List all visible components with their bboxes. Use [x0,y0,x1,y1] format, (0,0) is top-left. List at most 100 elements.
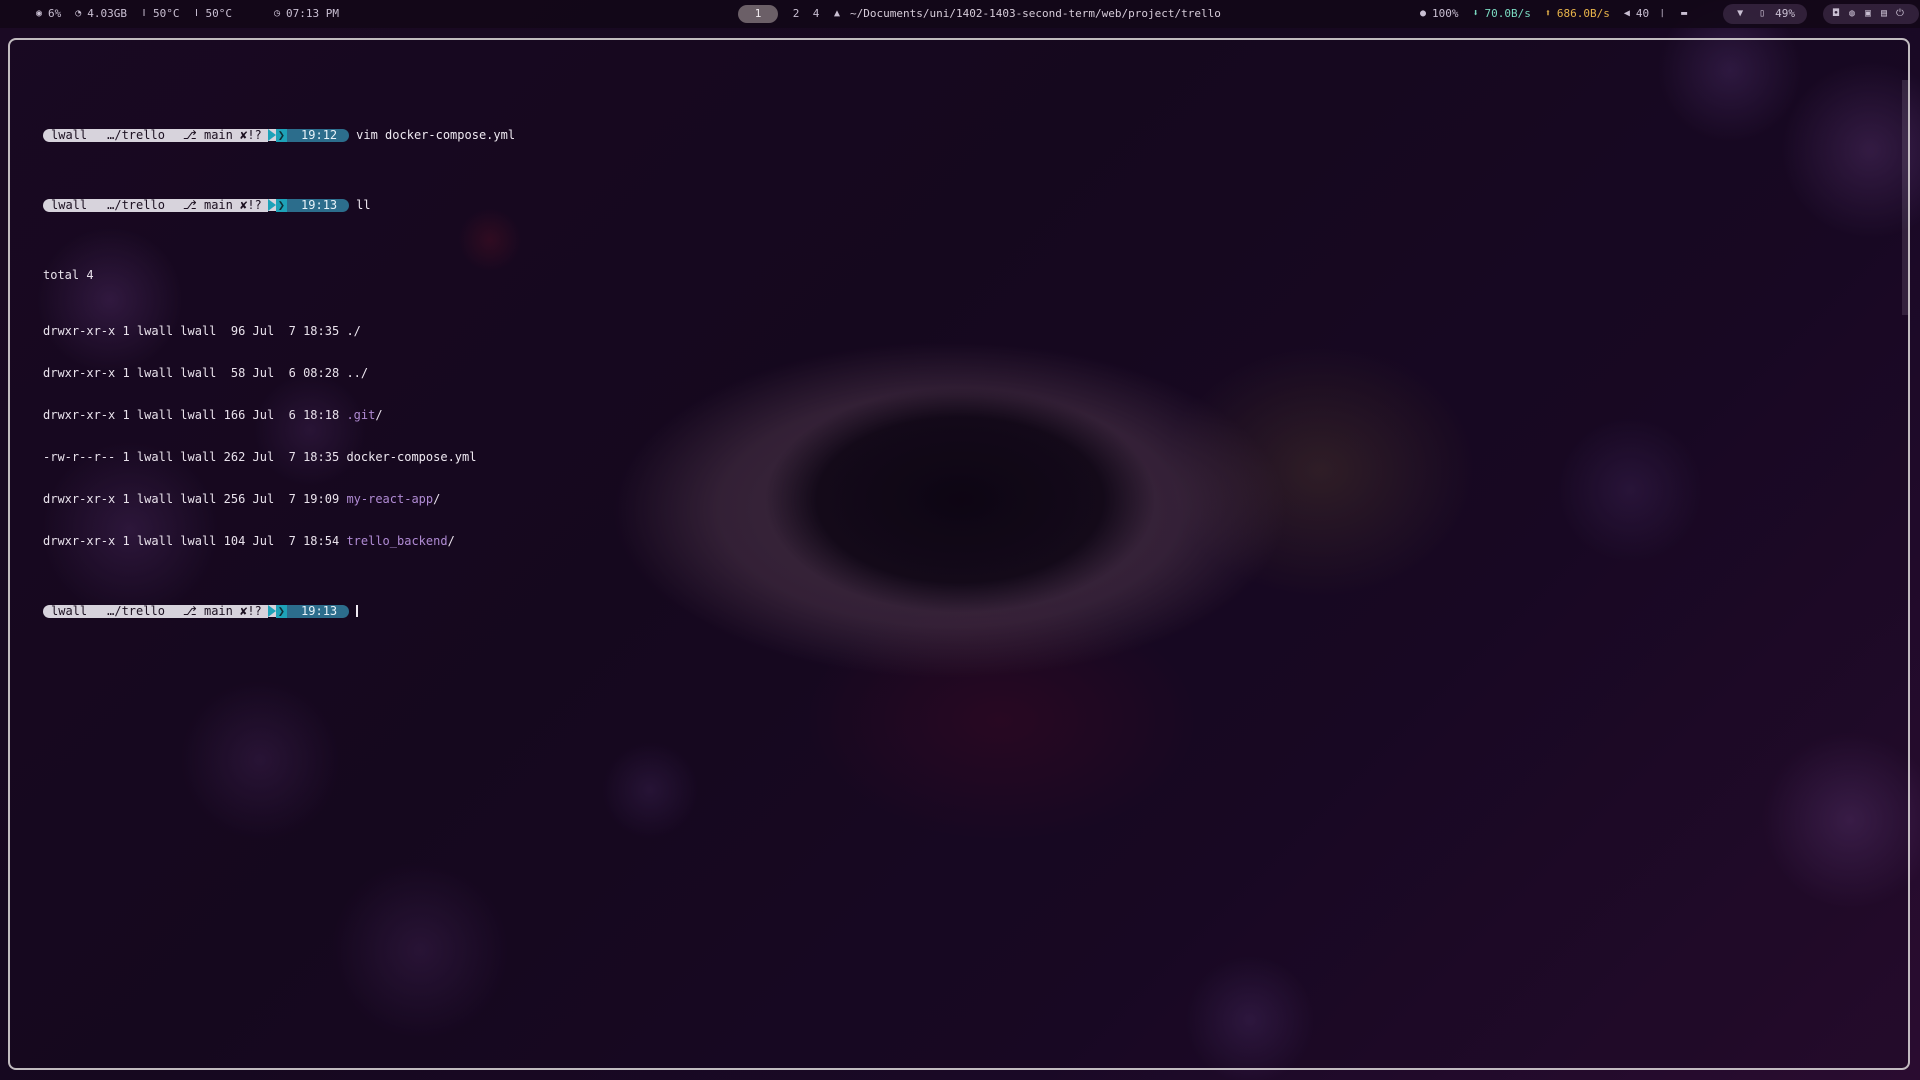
listing-row: drwxr-xr-x 1 lwall lwall 256 Jul 7 19:09… [43,492,515,506]
shell-prompt: lwall …/trello ⎇ main ✘!? ❯ 19:12 [43,127,350,142]
listing-name: my-react-app [346,492,434,506]
prompt-git-branch: ⎇ main ✘!? [172,127,268,142]
listing-name: docker-compose.yml [346,450,477,464]
clock-icon: ◷ [273,8,281,19]
workspaces-group: 1 2 4 ▲ ~/Documents/uni/1402-1403-second… [738,0,1233,28]
wifi-icon: ▼ [1737,8,1744,19]
command-text: vim docker-compose.yml [356,128,516,142]
prompt-chevron-icon: ❯ [275,197,288,212]
listing-meta: drwxr-xr-x 1 lwall lwall 58 Jul 6 08:28 [43,366,347,380]
git-status: main ✘!? [203,197,262,212]
text-cursor [356,605,359,617]
microphone-icon: ❘ [1659,8,1666,19]
temp2-value: 50°C [205,7,233,20]
workspace-2[interactable]: 2 [790,0,802,28]
system-stats-group: ◉ 6% ◔ 4.03GB ǀ 50°C ǀ 50°C ◷ 07:13 PM [34,0,351,28]
prompt-line: lwall …/trello ⎇ main ✘!? ❯ 19:13 ll [43,198,515,212]
thermometer-icon: ǀ [193,8,200,19]
command-text: ll [356,198,371,212]
git-branch-icon: ⎇ [182,127,204,142]
prompt-user: lwall [43,604,96,618]
prompt-user: lwall [43,198,96,212]
listing-suffix: / [375,408,383,422]
brightness[interactable]: ● 100% [1418,0,1459,28]
window-path: ~/Documents/uni/1402-1403-second-term/we… [850,7,1221,20]
clock[interactable]: ◷ 07:13 PM [272,0,339,28]
temp1-value: 50°C [153,7,180,20]
system-tray: ◘ ◍ ▣ ▤ ⏻ [1822,4,1919,24]
git-branch-icon: ⎇ [182,603,204,618]
prompt-user: lwall [43,128,96,142]
listing-row: drwxr-xr-x 1 lwall lwall 96 Jul 7 18:35 … [43,324,515,338]
listing-row: drwxr-xr-x 1 lwall lwall 58 Jul 6 08:28 … [43,366,515,380]
volume[interactable]: ◀ 40 [1622,0,1649,28]
cpu-usage[interactable]: ◉ 6% [34,0,61,28]
terminal-scrollbar[interactable] [1902,80,1908,315]
memory-icon: ◔ [75,8,82,19]
prompt-separator-icon [267,129,276,141]
network-upload[interactable]: ⬆ 686.0B/s [1543,0,1610,28]
listing-row: -rw-r--r-- 1 lwall lwall 262 Jul 7 18:35… [43,450,515,464]
listing-row: drwxr-xr-x 1 lwall lwall 104 Jul 7 18:54… [43,534,515,548]
upload-arrow-icon: ⬆ [1544,8,1551,19]
listing-name: ./ [346,324,361,338]
right-stats-group: ● 100% ⬇ 70.0B/s ⬆ 686.0B/s ◀ 40 ❘ ▬ ▼ ▯… [1418,0,1919,28]
clipboard-icon[interactable]: ▤ [1879,0,1889,28]
prompt-directory: …/trello [95,604,173,618]
keyboard-icon: ▬ [1681,8,1688,19]
palette-icon[interactable]: ◍ [1847,0,1857,28]
microphone[interactable]: ❘ [1657,0,1671,28]
prompt-time: 19:13 [287,198,350,212]
git-status: main ✘!? [203,603,262,618]
temperature-2[interactable]: ǀ 50°C [192,0,233,28]
keyboard-layout[interactable]: ▬ [1679,0,1693,28]
thermometer-icon: ǀ [140,8,148,19]
listing-suffix: / [433,492,441,506]
prompt-git-branch: ⎇ main ✘!? [172,603,268,618]
download-arrow-icon: ⬇ [1472,8,1479,19]
volume-value: 40 [1635,7,1650,20]
output-total: total 4 [43,268,94,282]
cpu-icon: ◉ [35,8,43,19]
shell-prompt: lwall …/trello ⎇ main ✘!? ❯ 19:13 [43,197,350,212]
output-line: total 4 [43,268,515,282]
listing-name: .git [346,408,376,422]
listing-meta: drwxr-xr-x 1 lwall lwall 96 Jul 7 18:35 [43,324,347,338]
listing-meta: drwxr-xr-x 1 lwall lwall 104 Jul 7 18:54 [43,534,347,548]
prompt-git-branch: ⎇ main ✘!? [172,197,268,212]
top-status-bar: ◉ 6% ◔ 4.03GB ǀ 50°C ǀ 50°C ◷ 07:13 PM 1… [0,0,1920,28]
prompt-chevron-icon: ❯ [275,127,288,142]
git-status: main ✘!? [203,127,262,142]
upload-value: 686.0B/s [1556,7,1610,20]
terminal-window[interactable]: lwall …/trello ⎇ main ✘!? ❯ 19:12 vim do… [8,38,1910,1070]
ghost-icon[interactable]: ◘ [1831,0,1841,28]
arch-logo-icon: ▲ [833,8,841,19]
prompt-separator-icon [267,199,276,211]
listing-row: drwxr-xr-x 1 lwall lwall 166 Jul 6 18:18… [43,408,515,422]
network-download[interactable]: ⬇ 70.0B/s [1471,0,1531,28]
listing-meta: -rw-r--r-- 1 lwall lwall 262 Jul 7 18:35 [43,450,347,464]
screenshot-icon[interactable]: ▣ [1863,0,1873,28]
power-icon[interactable]: ⏻ [1895,0,1905,28]
battery-value: 49% [1775,7,1795,20]
listing-suffix: / [447,534,455,548]
temperature-1[interactable]: ǀ 50°C [139,0,180,28]
prompt-directory: …/trello [95,128,173,142]
workspace-1[interactable]: 1 [738,5,778,23]
prompt-separator-icon [267,605,276,617]
git-branch-icon: ⎇ [182,197,204,212]
workspace-4[interactable]: 4 [810,0,822,28]
wifi-battery-pill[interactable]: ▼ ▯ 49% [1723,4,1807,24]
clock-value: 07:13 PM [286,7,339,20]
prompt-time: 19:13 [287,604,350,618]
active-window-title: ▲ ~/Documents/uni/1402-1403-second-term/… [832,0,1221,28]
speaker-icon: ◀ [1623,8,1630,19]
shell-prompt: lwall …/trello ⎇ main ✘!? ❯ 19:13 [43,603,350,618]
terminal-content: lwall …/trello ⎇ main ✘!? ❯ 19:12 vim do… [43,72,515,660]
ram-usage[interactable]: ◔ 4.03GB [73,0,127,28]
listing-meta: drwxr-xr-x 1 lwall lwall 256 Jul 7 19:09 [43,492,347,506]
listing-meta: drwxr-xr-x 1 lwall lwall 166 Jul 6 18:18 [43,408,347,422]
download-value: 70.0B/s [1484,7,1531,20]
prompt-line: lwall …/trello ⎇ main ✘!? ❯ 19:13 [43,604,515,618]
brightness-icon: ● [1419,8,1427,19]
